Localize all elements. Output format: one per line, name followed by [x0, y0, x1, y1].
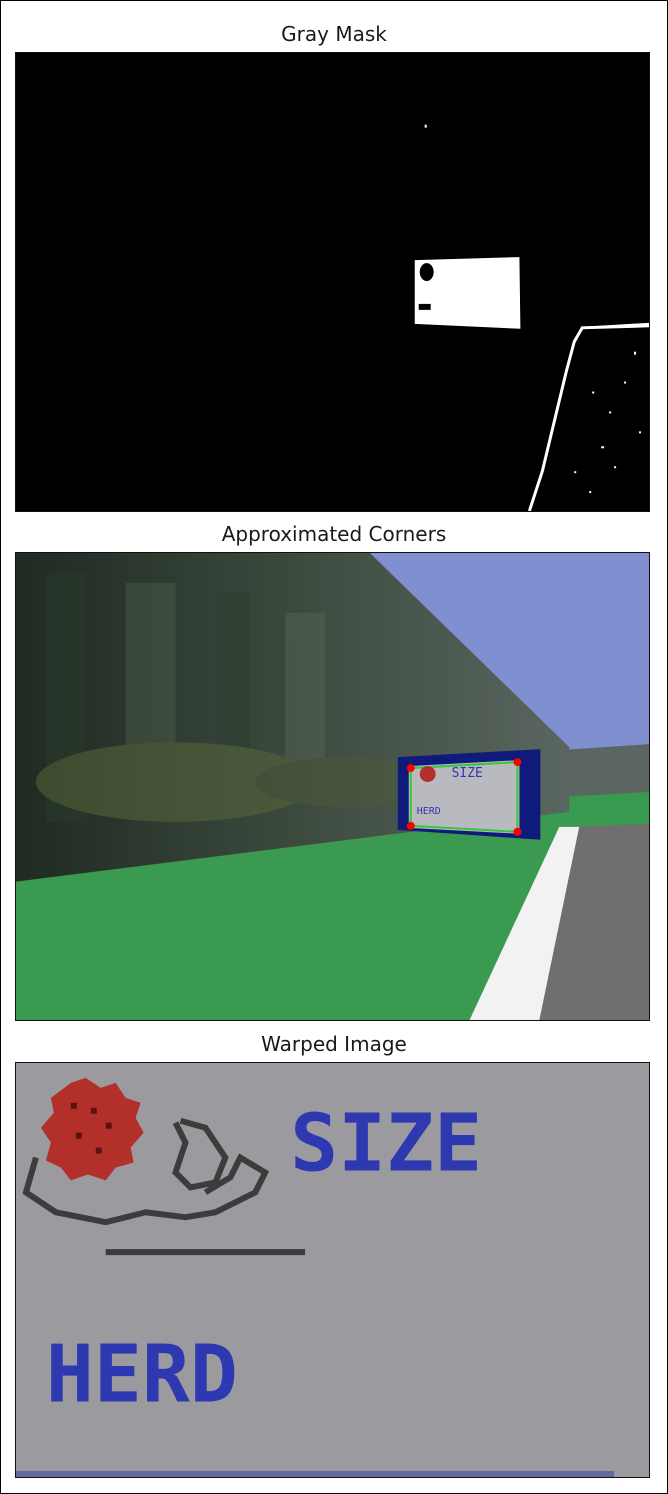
corner-marker — [513, 827, 522, 836]
approx-corners-image: SIZE HERD — [16, 553, 649, 1020]
corner-marker — [406, 821, 415, 830]
warped-bottom-word: HERD — [46, 1327, 238, 1420]
approx-corners-title: Approximated Corners — [221, 522, 447, 546]
warped-image: SIZE HERD — [16, 1063, 649, 1477]
warped-panel: SIZE HERD — [15, 1062, 650, 1478]
corner-marker — [406, 764, 415, 773]
gray-mask-title: Gray Mask — [281, 22, 387, 46]
sign-bottom-word: HERD — [417, 806, 441, 817]
corner-marker — [513, 758, 522, 767]
approx-corners-panel: SIZE HERD — [15, 552, 650, 1021]
gray-mask-panel — [15, 52, 650, 512]
sign-top-word: SIZE — [452, 766, 483, 781]
warped-top-word: SIZE — [290, 1097, 482, 1190]
gray-mask-image — [16, 53, 649, 511]
warped-title: Warped Image — [261, 1032, 407, 1056]
